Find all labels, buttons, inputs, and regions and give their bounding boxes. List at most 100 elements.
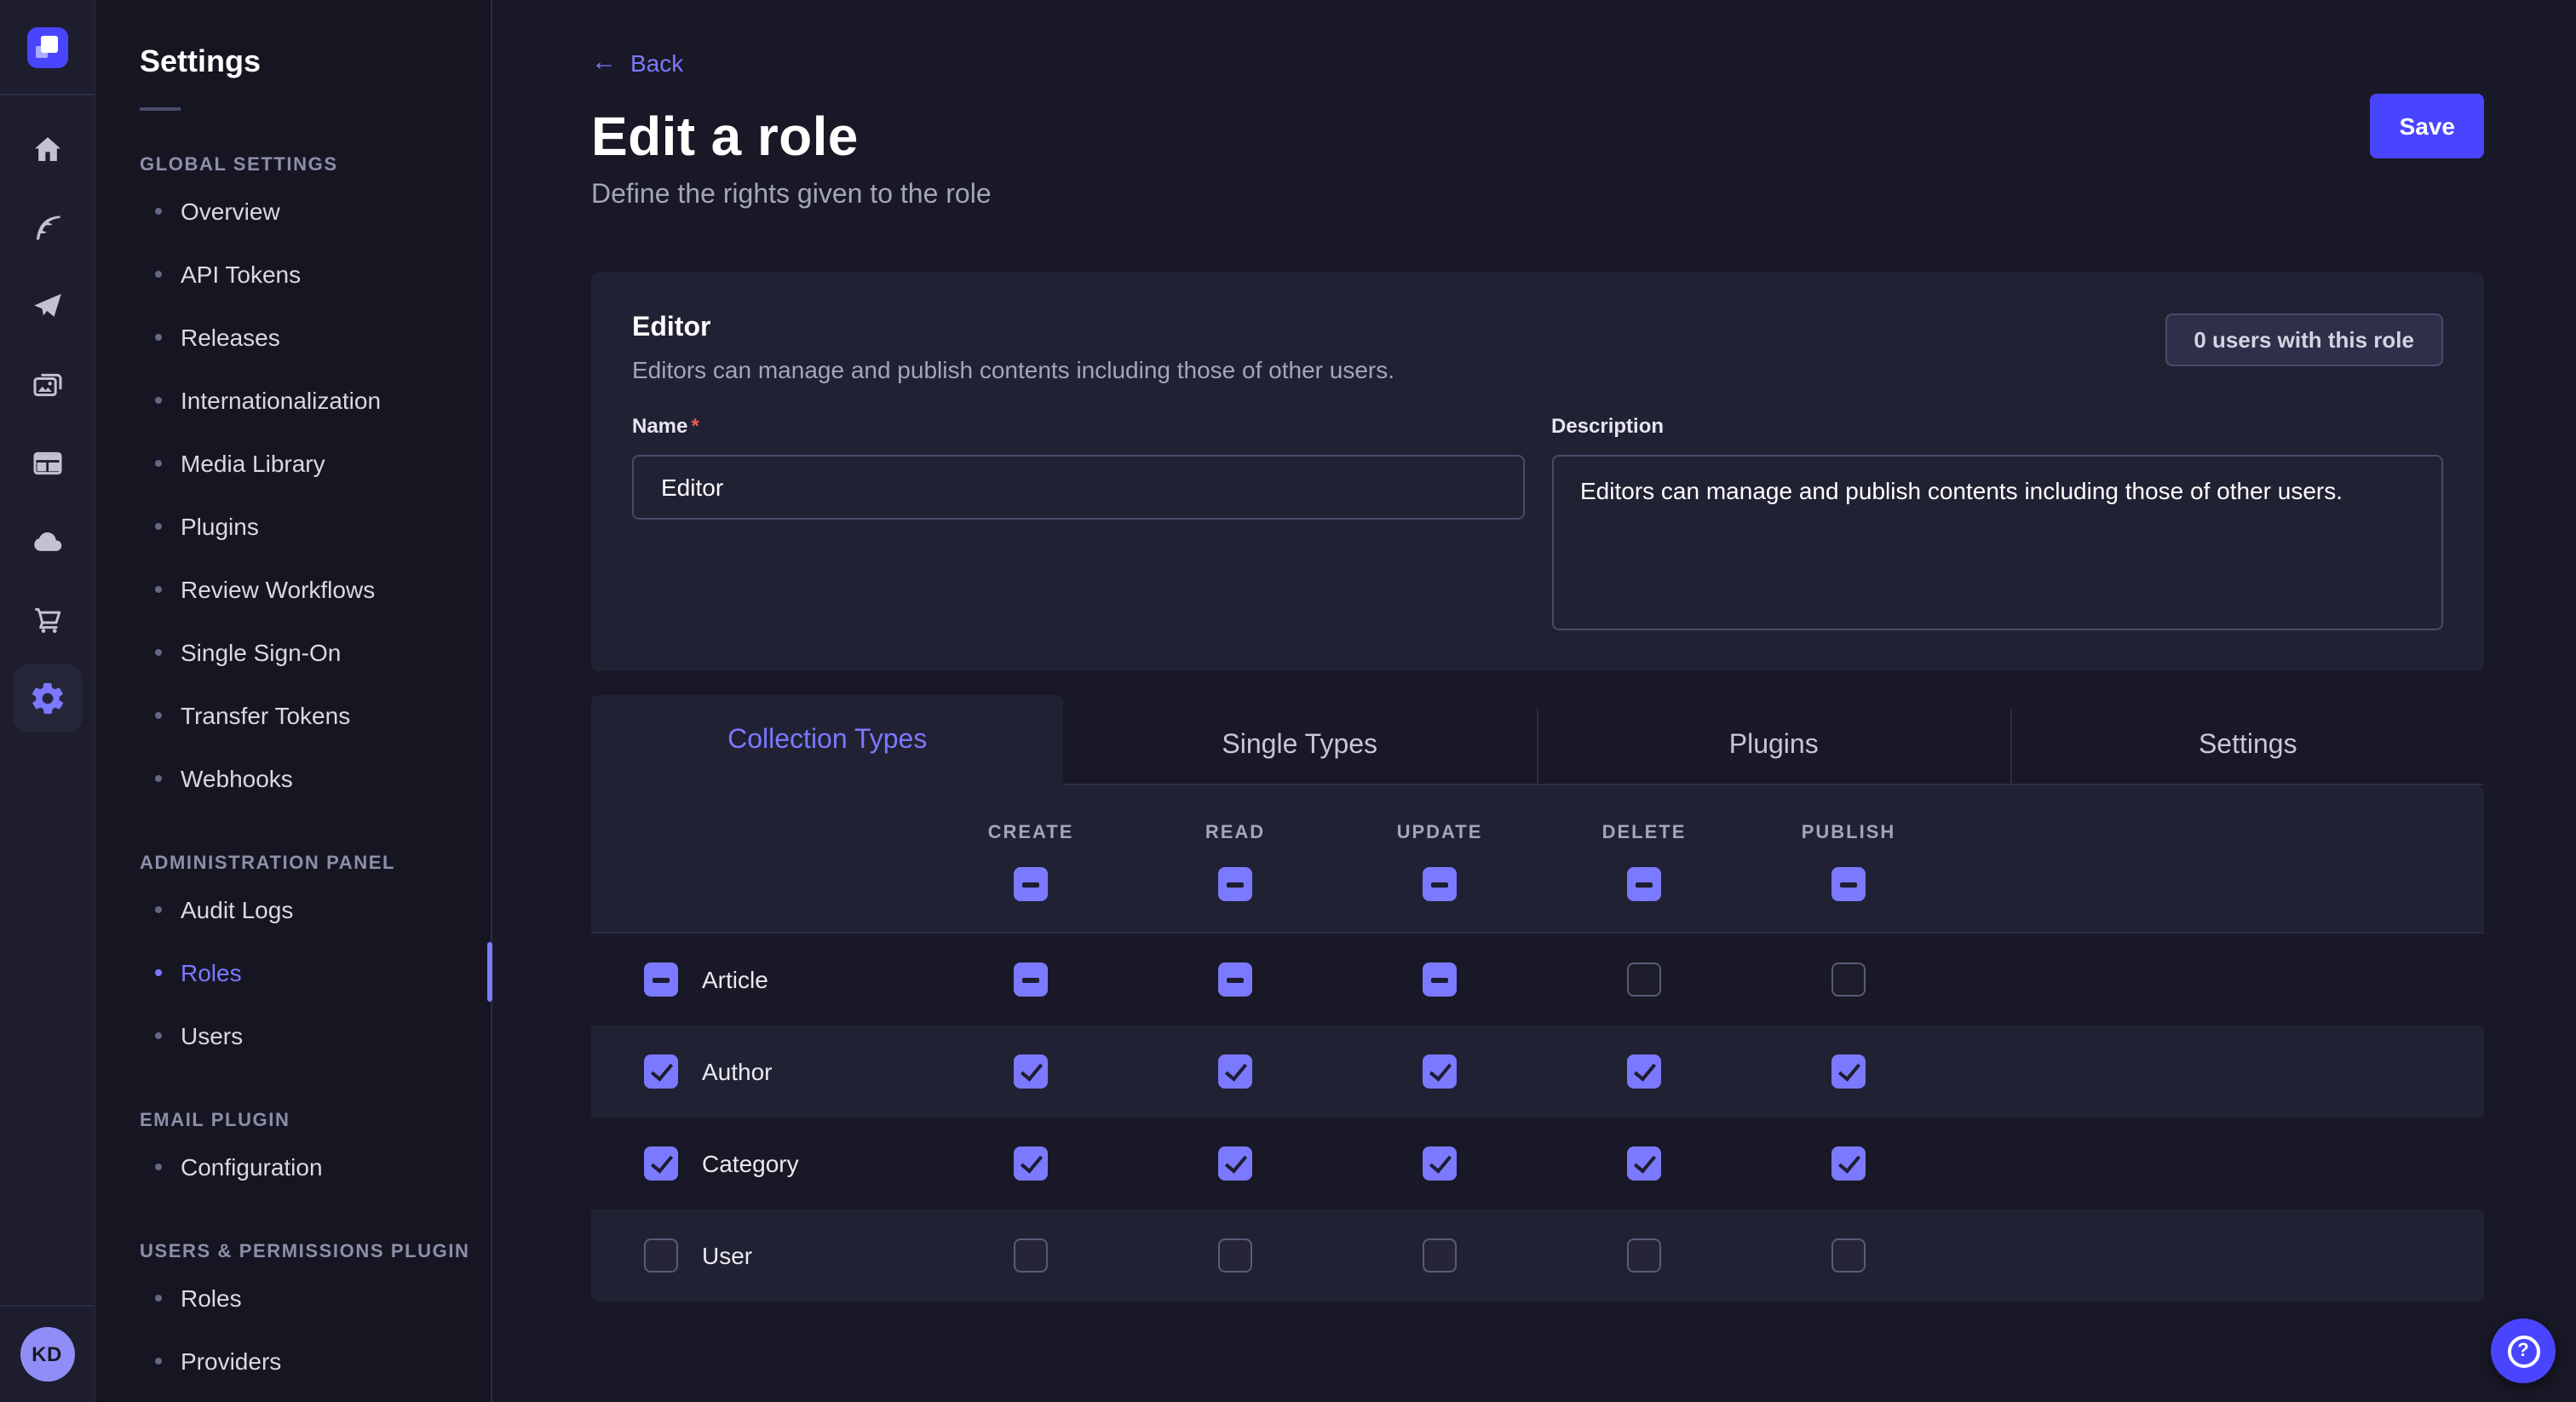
tab-single-types[interactable]: Single Types	[1064, 709, 1537, 785]
column-header-label: READ	[1205, 823, 1265, 843]
bullet-icon	[155, 1357, 162, 1364]
row-checkbox-category[interactable]	[644, 1146, 678, 1181]
sidebar-item-media-library[interactable]: Media Library	[140, 431, 491, 494]
checkbox-article-delete[interactable]	[1627, 962, 1661, 997]
tab-label: Plugins	[1729, 731, 1819, 761]
bullet-icon	[155, 270, 162, 277]
checkbox-article-read[interactable]	[1218, 962, 1252, 997]
help-button[interactable]: ?	[2491, 1319, 2556, 1383]
checkbox-user-create[interactable]	[1014, 1238, 1048, 1273]
checkbox-user-publish[interactable]	[1831, 1238, 1866, 1273]
rail-item-gear[interactable]	[13, 664, 81, 733]
sidebar-item-roles[interactable]: Roles	[140, 940, 491, 1003]
master-checkbox-delete[interactable]	[1627, 867, 1661, 901]
checkbox-author-delete[interactable]	[1627, 1054, 1661, 1089]
row-checkbox-user[interactable]	[644, 1238, 678, 1273]
bullet-icon	[155, 207, 162, 214]
back-link[interactable]: ← Back	[591, 49, 683, 76]
master-checkbox-publish[interactable]	[1831, 867, 1866, 901]
sidebar-item-releases[interactable]: Releases	[140, 305, 491, 368]
sidebar-item-label: Roles	[181, 958, 242, 985]
users-count-badge[interactable]: 0 users with this role	[2165, 313, 2443, 366]
name-field[interactable]	[632, 455, 1524, 520]
rail-item-layout[interactable]	[13, 429, 81, 497]
sidebar-item-providers[interactable]: Providers	[140, 1329, 491, 1392]
save-button[interactable]: Save	[2371, 94, 2484, 158]
tab-label: Single Types	[1222, 731, 1377, 761]
checkbox-author-read[interactable]	[1218, 1054, 1252, 1089]
sidebar-item-webhooks[interactable]: Webhooks	[140, 746, 491, 809]
sidebar-item-review-workflows[interactable]: Review Workflows	[140, 557, 491, 620]
sidebar-item-roles[interactable]: Roles	[140, 1266, 491, 1329]
checkbox-article-update[interactable]	[1423, 962, 1457, 997]
permission-cell	[1337, 1238, 1542, 1273]
sidebar-item-api-tokens[interactable]: API Tokens	[140, 242, 491, 305]
rail-item-paper-plane[interactable]	[13, 273, 81, 341]
master-checkbox-read[interactable]	[1218, 867, 1252, 901]
sidebar-item-single-sign-on[interactable]: Single Sign-On	[140, 620, 491, 683]
table-row-category: Category	[591, 1118, 2484, 1210]
page-title: Edit a role	[591, 106, 2484, 169]
rail-item-cart[interactable]	[13, 586, 81, 654]
rail-item-cloud[interactable]	[13, 508, 81, 576]
home-icon	[30, 133, 64, 167]
checkbox-user-read[interactable]	[1218, 1238, 1252, 1273]
permission-cell	[1542, 962, 1746, 997]
description-field[interactable]: Editors can manage and publish contents …	[1551, 455, 2443, 630]
bullet-icon	[155, 585, 162, 592]
sidebar-item-plugins[interactable]: Plugins	[140, 494, 491, 557]
gear-icon	[28, 680, 66, 717]
row-checkbox-article[interactable]	[644, 962, 678, 997]
question-mark-icon: ?	[2507, 1335, 2539, 1367]
master-checkbox-create[interactable]	[1014, 867, 1048, 901]
checkbox-user-update[interactable]	[1423, 1238, 1457, 1273]
checkbox-author-update[interactable]	[1423, 1054, 1457, 1089]
row-checkbox-author[interactable]	[644, 1054, 678, 1089]
master-checkbox-update[interactable]	[1423, 867, 1457, 901]
sidebar-item-users[interactable]: Users	[140, 1003, 491, 1066]
row-label-cell: Author	[591, 1054, 929, 1089]
checkbox-category-update[interactable]	[1423, 1146, 1457, 1181]
sidebar-title: Settings	[140, 44, 491, 80]
checkbox-article-publish[interactable]	[1831, 962, 1866, 997]
permission-cell	[1542, 1146, 1746, 1181]
sidebar-item-label: Plugins	[181, 512, 259, 539]
sidebar-item-label: Configuration	[181, 1152, 323, 1180]
sidebar-item-internationalization[interactable]: Internationalization	[140, 368, 491, 431]
checkbox-category-read[interactable]	[1218, 1146, 1252, 1181]
sidebar-item-audit-logs[interactable]: Audit Logs	[140, 877, 491, 940]
permission-cell	[1746, 1054, 1951, 1089]
sidebar-item-configuration[interactable]: Configuration	[140, 1135, 491, 1198]
tab-plugins[interactable]: Plugins	[1536, 709, 2010, 785]
permissions-table-header: CREATEREADUPDATEDELETEPUBLISH	[591, 785, 2484, 934]
checkbox-category-publish[interactable]	[1831, 1146, 1866, 1181]
tab-collection-types[interactable]: Collection Types	[591, 695, 1064, 785]
checkbox-category-create[interactable]	[1014, 1146, 1048, 1181]
column-header-label: DELETE	[1602, 823, 1687, 843]
sidebar-item-transfer-tokens[interactable]: Transfer Tokens	[140, 683, 491, 746]
checkbox-author-create[interactable]	[1014, 1054, 1048, 1089]
checkbox-user-delete[interactable]	[1627, 1238, 1661, 1273]
tab-settings[interactable]: Settings	[2010, 709, 2485, 785]
permissions-table: CREATEREADUPDATEDELETEPUBLISH Article Aut…	[591, 785, 2484, 1301]
checkbox-article-create[interactable]	[1014, 962, 1048, 997]
back-arrow-icon: ←	[591, 49, 617, 75]
checkbox-category-delete[interactable]	[1627, 1146, 1661, 1181]
rail-item-home[interactable]	[13, 116, 81, 184]
role-form-fields: Name* Description Editors can manage and…	[632, 411, 2443, 630]
row-label-cell: Article	[591, 962, 929, 997]
logo-area	[0, 0, 94, 95]
rail-item-feather[interactable]	[13, 194, 81, 262]
nav-list: Audit Logs Roles Users	[140, 877, 491, 1066]
sidebar-item-overview[interactable]: Overview	[140, 179, 491, 242]
bullet-icon	[155, 333, 162, 340]
rail-user-area: KD	[0, 1305, 94, 1402]
checkbox-author-publish[interactable]	[1831, 1054, 1866, 1089]
avatar[interactable]: KD	[20, 1327, 74, 1382]
table-row-user: User	[591, 1210, 2484, 1301]
name-field-group: Name*	[632, 411, 1524, 630]
permission-cell	[1746, 1146, 1951, 1181]
role-description-text: Editors can manage and publish contents …	[632, 356, 1394, 383]
rail-item-images[interactable]	[13, 351, 81, 419]
strapi-logo-icon[interactable]	[26, 26, 67, 67]
